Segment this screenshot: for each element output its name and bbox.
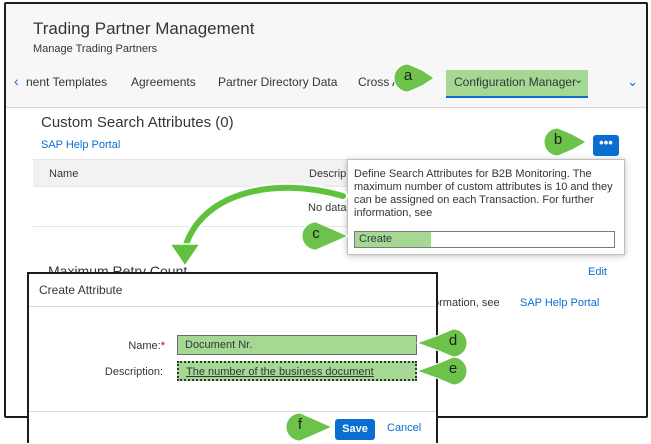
retry-info-text: ormation, see <box>433 297 500 309</box>
name-label-text: Name: <box>128 340 161 352</box>
callout-a: a <box>392 62 436 94</box>
description-input[interactable]: The number of the business document <box>177 361 417 381</box>
chevron-down-icon: ⌄ <box>574 74 584 86</box>
description-label: Description: <box>104 366 163 378</box>
callout-b-label: b <box>553 131 563 148</box>
callout-b: b <box>540 126 588 158</box>
name-input[interactable]: Document Nr. <box>177 335 417 355</box>
tab-configuration-manager-label: Configuration Manager <box>454 75 577 89</box>
callout-c: c <box>298 220 350 252</box>
page-header: Trading Partner Management Manage Tradin… <box>6 4 646 108</box>
callout-a-label: a <box>403 67 413 84</box>
tab-configuration-manager[interactable]: Configuration Manager ⌄ <box>446 70 588 98</box>
callout-e: e <box>415 355 469 387</box>
section-title: Custom Search Attributes (0) <box>41 114 234 131</box>
table-empty-text: No data <box>308 202 347 214</box>
tab-partner-directory-data[interactable]: Partner Directory Data <box>218 75 337 89</box>
save-button[interactable]: Save <box>335 419 375 440</box>
help-portal-link[interactable]: SAP Help Portal <box>41 139 120 151</box>
edit-link[interactable]: Edit <box>588 266 607 278</box>
dialog-title: Create Attribute <box>39 283 123 297</box>
chevron-left-icon[interactable]: ‹ <box>14 73 19 89</box>
name-input-value: Document Nr. <box>185 339 253 351</box>
column-header-description[interactable]: Descrip <box>309 168 346 180</box>
create-menu-item[interactable]: Create <box>354 231 615 248</box>
create-attribute-dialog: Create Attribute Name:* Document Nr. Des… <box>27 272 438 443</box>
callout-d-label: d <box>448 332 458 349</box>
page-title: Trading Partner Management <box>33 19 255 38</box>
chevron-down-icon[interactable]: ⌄ <box>627 74 638 90</box>
actions-popover: Define Search Attributes for B2B Monitor… <box>347 159 625 255</box>
retry-help-portal-link[interactable]: SAP Help Portal <box>520 297 599 309</box>
callout-f: f <box>282 411 334 443</box>
cancel-button[interactable]: Cancel <box>387 422 421 434</box>
tab-agreement-templates[interactable]: nent Templates <box>26 75 107 89</box>
page-subtitle: Manage Trading Partners <box>33 43 158 55</box>
name-label: Name:* <box>89 340 165 352</box>
callout-c-label: c <box>312 225 320 242</box>
tab-agreements[interactable]: Agreements <box>131 75 196 89</box>
callout-f-label: f <box>297 416 303 433</box>
dialog-divider <box>29 306 436 307</box>
tab-bar: ‹ nent Templates Agreements Partner Dire… <box>6 66 646 100</box>
dialog-footer: Save Cancel <box>29 411 436 443</box>
popover-description: Define Search Attributes for B2B Monitor… <box>354 168 613 219</box>
callout-e-label: e <box>448 360 458 377</box>
more-options-button[interactable]: ••• <box>593 135 619 156</box>
description-input-value: The number of the business document <box>186 366 374 378</box>
required-marker: * <box>160 340 165 352</box>
create-menu-item-label: Create <box>359 233 393 245</box>
column-header-name[interactable]: Name <box>49 168 78 180</box>
